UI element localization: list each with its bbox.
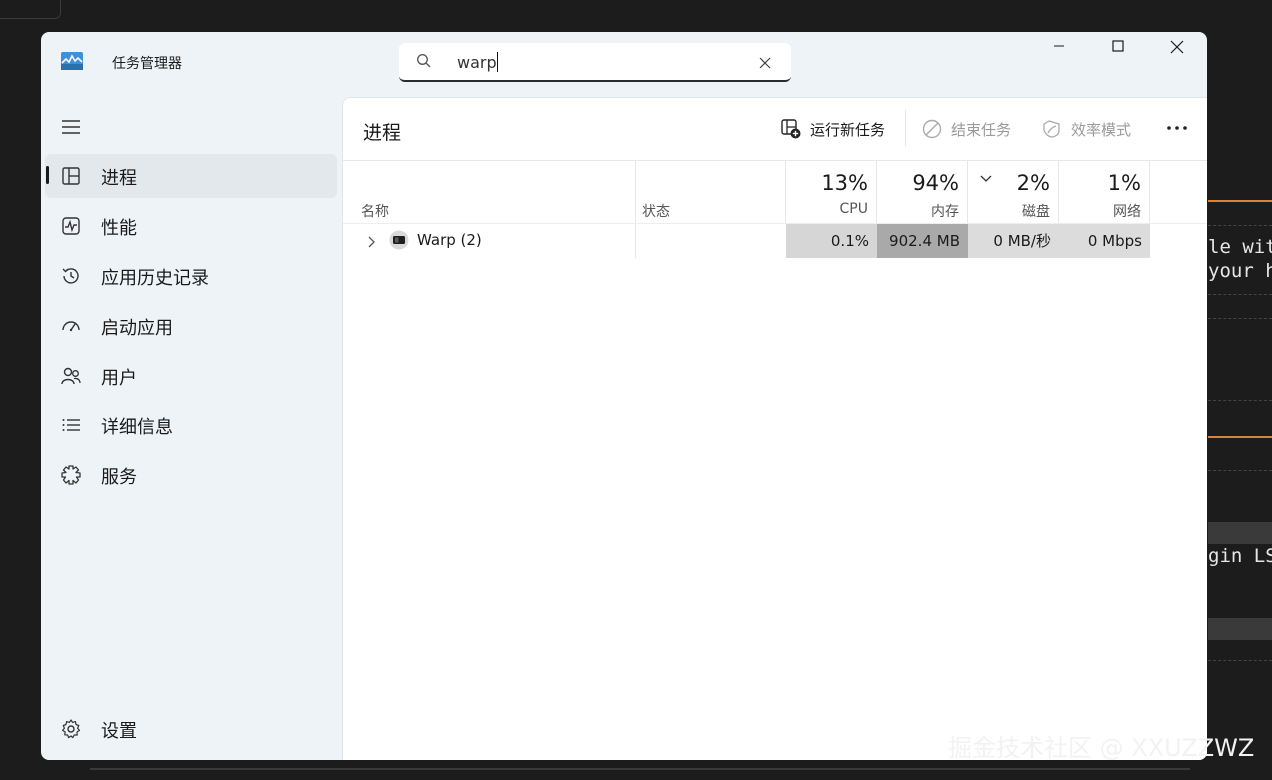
watermark: 掘金技术社区 @ XXUZZWZ	[948, 734, 1255, 762]
sidebar-item-performance[interactable]: 性能	[45, 204, 337, 248]
sidebar-item-users[interactable]: 用户	[45, 354, 337, 398]
table-row[interactable]: Warp (2) 0.1% 902.4 MB 0 MB/秒 0 Mbps	[343, 224, 1207, 258]
hamburger-menu-icon[interactable]	[61, 118, 81, 136]
terminal-divider	[1208, 200, 1272, 202]
sidebar-item-label: 进程	[101, 168, 137, 189]
network-total-percent: 1%	[1107, 171, 1141, 195]
page-title: 进程	[363, 122, 402, 144]
task-manager-app-icon	[61, 52, 83, 70]
terminal-bar	[1208, 618, 1272, 640]
terminal-line: gin LS	[1208, 545, 1272, 567]
close-button[interactable]	[1157, 40, 1197, 62]
minimize-icon	[1054, 45, 1064, 47]
sidebar-item-label: 用户	[101, 368, 137, 389]
minimize-button[interactable]	[1039, 40, 1079, 62]
sidebar-item-label: 性能	[101, 218, 137, 239]
efficiency-mode-button[interactable]: 效率模式	[1041, 115, 1131, 143]
process-network: 0 Mbps	[1059, 224, 1150, 258]
terminal-line: your h	[1208, 260, 1272, 282]
background-terminal: le wit your h gin LS	[1208, 0, 1272, 780]
app-title: 任务管理器	[112, 56, 182, 72]
process-status	[635, 224, 785, 258]
active-indicator	[46, 166, 49, 184]
title-bar[interactable]: 任务管理器 warp	[41, 32, 1207, 96]
column-header-name[interactable]: 名称	[361, 201, 389, 221]
sidebar: 进程 性能 应用历史记录 启动应用 用户 详细信息 服务 设置	[41, 96, 341, 760]
terminal-dashed-line	[1208, 470, 1272, 471]
run-new-task-button[interactable]: 运行新任务	[780, 115, 885, 143]
memory-total-percent: 94%	[912, 171, 959, 195]
services-icon	[60, 464, 82, 486]
toolbar-separator	[905, 110, 906, 146]
users-icon	[60, 365, 82, 387]
performance-icon	[60, 215, 82, 237]
terminal-dashed-line	[1208, 318, 1272, 319]
process-name: Warp (2)	[417, 231, 482, 249]
text-caret	[496, 52, 498, 72]
terminal-dashed-line	[1208, 225, 1272, 226]
disk-total-percent: 2%	[1016, 171, 1050, 195]
sidebar-item-startup-apps[interactable]: 启动应用	[45, 304, 337, 348]
expand-chevron-right-icon[interactable]	[365, 233, 377, 248]
search-input[interactable]: warp	[457, 52, 498, 72]
column-divider	[1149, 161, 1150, 223]
cpu-column-label: CPU	[839, 201, 868, 217]
search-icon	[416, 53, 432, 69]
app-history-icon	[60, 265, 82, 287]
run-new-task-label: 运行新任务	[810, 120, 886, 139]
processes-icon	[60, 165, 82, 187]
startup-apps-icon	[60, 315, 82, 337]
cpu-total-percent: 13%	[821, 171, 868, 195]
process-disk: 0 MB/秒	[968, 224, 1059, 258]
sidebar-item-label: 启动应用	[101, 318, 173, 339]
more-options-icon	[1167, 126, 1187, 130]
network-column-label: 网络	[1113, 204, 1141, 220]
sidebar-item-details[interactable]: 详细信息	[45, 403, 337, 447]
process-cpu: 0.1%	[786, 224, 877, 258]
end-task-label: 结束任务	[951, 120, 1012, 139]
background-divider	[90, 768, 1190, 770]
clear-search-icon[interactable]	[759, 54, 771, 69]
terminal-dashed-line	[1208, 400, 1272, 401]
sidebar-item-app-history[interactable]: 应用历史记录	[45, 254, 337, 298]
terminal-divider	[1208, 436, 1272, 438]
sidebar-item-label: 详细信息	[101, 417, 173, 438]
run-new-task-icon	[780, 118, 802, 140]
end-task-button[interactable]: 结束任务	[921, 115, 1011, 143]
maximize-button[interactable]	[1098, 40, 1138, 62]
warp-app-icon	[389, 230, 409, 250]
column-header-status[interactable]: 状态	[642, 201, 670, 221]
sidebar-item-settings[interactable]: 设置	[45, 707, 337, 751]
terminal-bar	[1208, 522, 1272, 544]
toolbar-divider	[343, 160, 1207, 161]
memory-column-label: 内存	[931, 204, 959, 220]
search-box[interactable]: warp	[399, 43, 791, 82]
more-options-button[interactable]	[1165, 118, 1189, 138]
sidebar-item-services[interactable]: 服务	[45, 453, 337, 497]
background-tab	[0, 0, 61, 19]
settings-gear-icon	[60, 718, 82, 740]
terminal-dashed-line	[1208, 294, 1272, 295]
terminal-dashed-line	[1208, 660, 1272, 661]
efficiency-mode-label: 效率模式	[1071, 120, 1132, 139]
terminal-line: le wit	[1208, 236, 1272, 258]
close-icon	[1170, 40, 1184, 54]
efficiency-leaf-icon	[1041, 118, 1063, 140]
sidebar-item-processes[interactable]: 进程	[45, 154, 337, 198]
end-task-icon	[921, 118, 943, 140]
processes-panel: 进程 运行新任务 结束任务 效率模式 名称 状态 13% CPU 94% 内存 …	[342, 97, 1207, 760]
details-icon	[60, 414, 82, 436]
maximize-icon	[1112, 40, 1124, 52]
sidebar-item-label: 应用历史记录	[101, 268, 209, 289]
sidebar-item-label: 服务	[101, 467, 137, 488]
settings-label: 设置	[101, 721, 137, 742]
task-manager-window: 任务管理器 warp 进程 性能 应用历史记录 启动应用 用户 详细信息 服务 …	[41, 32, 1207, 760]
disk-column-label: 磁盘	[1022, 204, 1050, 220]
process-memory: 902.4 MB	[877, 224, 968, 258]
